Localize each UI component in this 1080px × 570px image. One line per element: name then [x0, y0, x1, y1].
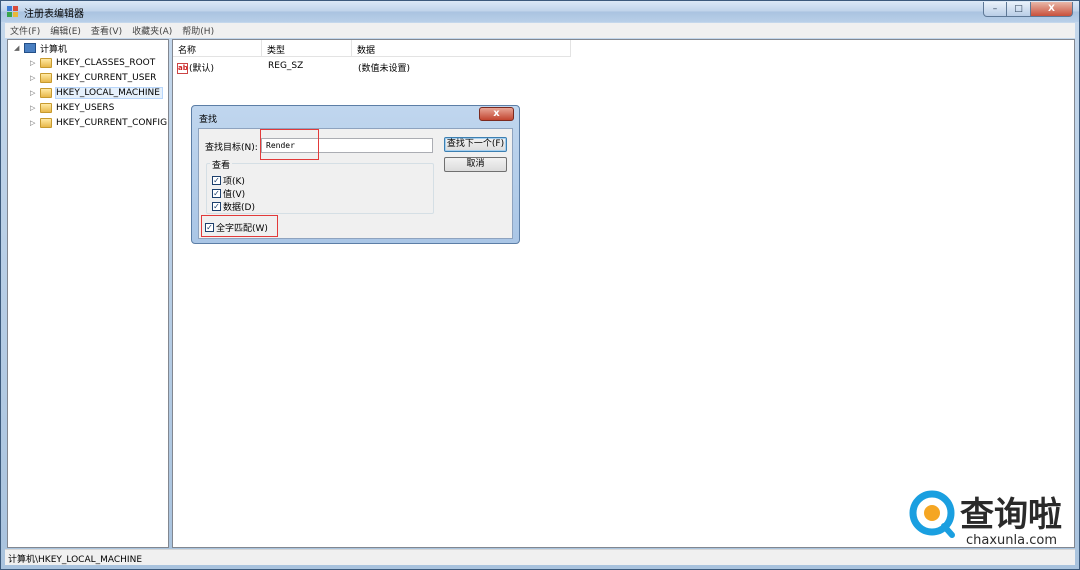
- checkbox-checked-icon[interactable]: ✓: [212, 176, 221, 185]
- highlight-box-match-whole: [201, 215, 278, 237]
- column-header-name[interactable]: 名称: [173, 40, 262, 56]
- value-type-cell: REG_SZ: [268, 61, 304, 71]
- close-button[interactable]: X: [1031, 2, 1073, 17]
- expanded-arrow-icon[interactable]: ◢: [14, 44, 22, 52]
- highlight-box-input: [260, 129, 319, 160]
- collapsed-arrow-icon[interactable]: ▷: [30, 74, 38, 82]
- tree-item-hkey-current-user[interactable]: ▷ HKEY_CURRENT_USER: [30, 71, 156, 85]
- value-name: (默认): [189, 64, 215, 74]
- tree-item-hkey-classes-root[interactable]: ▷ HKEY_CLASSES_ROOT: [30, 56, 155, 70]
- tree-item-label-selected: HKEY_LOCAL_MACHINE: [55, 87, 163, 99]
- minimize-icon: –: [992, 4, 998, 14]
- caption-buttons: – □ X: [983, 2, 1073, 17]
- watermark-url: chaxunla.com: [966, 533, 1057, 548]
- close-icon: X: [1048, 4, 1055, 14]
- menu-edit[interactable]: 编辑(E): [45, 24, 86, 37]
- option-keys[interactable]: ✓ 项(K): [212, 174, 245, 187]
- checkbox-checked-icon[interactable]: ✓: [212, 202, 221, 211]
- option-keys-label: 项(K): [223, 177, 245, 187]
- option-data[interactable]: ✓ 数据(D): [212, 200, 255, 213]
- column-header-label: 数据: [357, 46, 376, 56]
- tree-item-label: HKEY_CURRENT_USER: [56, 73, 157, 83]
- watermark-brand: 查询啦: [960, 495, 1062, 535]
- cancel-button[interactable]: 取消: [444, 157, 507, 172]
- key-tree-pane[interactable]: ◢ 计算机 ▷ HKEY_CLASSES_ROOT ▷ HKEY_CURRENT…: [7, 39, 169, 548]
- look-at-legend: 查看: [210, 158, 233, 171]
- menu-file[interactable]: 文件(F): [5, 24, 45, 37]
- collapsed-arrow-icon[interactable]: ▷: [30, 104, 38, 112]
- maximize-button[interactable]: □: [1007, 2, 1031, 17]
- status-bar: 计算机\HKEY_LOCAL_MACHINE: [5, 549, 1075, 565]
- tree-item-hkey-users[interactable]: ▷ HKEY_USERS: [30, 101, 114, 115]
- find-dialog: 查找 x 查找目标(N): 查找下一个(F) 取消 查看 ✓ 项(K) ✓ 值(…: [191, 105, 520, 244]
- value-data-cell: (数值未设置): [358, 64, 411, 74]
- tree-root-label: 计算机: [40, 44, 68, 55]
- tree-item-label: HKEY_USERS: [56, 103, 115, 113]
- registry-editor-window: 注册表编辑器 – □ X 文件(F) 编辑(E) 查看(V) 收藏夹(A) 帮助…: [0, 0, 1080, 570]
- tree-item-label: HKEY_CLASSES_ROOT: [56, 58, 156, 68]
- tree-item-hkey-current-config[interactable]: ▷ HKEY_CURRENT_CONFIG: [30, 116, 167, 130]
- menu-view[interactable]: 查看(V): [86, 24, 127, 37]
- column-header-label: 类型: [267, 46, 286, 56]
- folder-icon: [40, 88, 52, 98]
- column-header-type[interactable]: 类型: [262, 40, 352, 56]
- maximize-icon: □: [1014, 4, 1023, 14]
- collapsed-arrow-icon[interactable]: ▷: [30, 89, 38, 97]
- column-header-data[interactable]: 数据: [352, 40, 571, 56]
- menu-help[interactable]: 帮助(H): [177, 24, 219, 37]
- folder-icon: [40, 58, 52, 68]
- folder-icon: [40, 73, 52, 83]
- collapsed-arrow-icon[interactable]: ▷: [30, 119, 38, 127]
- window-title: 注册表编辑器: [24, 9, 84, 20]
- option-data-label: 数据(D): [223, 203, 255, 213]
- computer-icon: [24, 43, 36, 53]
- dialog-close-button[interactable]: x: [479, 107, 514, 121]
- collapsed-arrow-icon[interactable]: ▷: [30, 59, 38, 67]
- folder-icon: [40, 118, 52, 128]
- menu-favorites[interactable]: 收藏夹(A): [127, 24, 177, 37]
- tree-item-hkey-local-machine[interactable]: ▷ HKEY_LOCAL_MACHINE: [30, 86, 163, 100]
- watermark-logo: 查询啦 chaxunla.com: [909, 490, 1062, 548]
- tree-root-computer[interactable]: ◢ 计算机: [14, 41, 67, 55]
- minimize-button[interactable]: –: [983, 2, 1007, 17]
- find-next-button[interactable]: 查找下一个(F): [444, 137, 507, 152]
- checkbox-checked-icon[interactable]: ✓: [212, 189, 221, 198]
- regedit-app-icon: [7, 6, 18, 17]
- tree-item-label: HKEY_CURRENT_CONFIG: [56, 118, 168, 128]
- title-bar[interactable]: 注册表编辑器 – □ X: [1, 1, 1079, 22]
- status-path: 计算机\HKEY_LOCAL_MACHINE: [8, 555, 143, 565]
- option-values[interactable]: ✓ 值(V): [212, 187, 245, 200]
- column-header-label: 名称: [178, 46, 197, 56]
- option-values-label: 值(V): [223, 190, 246, 200]
- folder-icon: [40, 103, 52, 113]
- string-value-icon: ab: [177, 63, 188, 74]
- menu-bar: 文件(F) 编辑(E) 查看(V) 收藏夹(A) 帮助(H): [5, 23, 1075, 38]
- close-icon: x: [493, 108, 500, 119]
- value-name-cell: ab(默认): [177, 61, 214, 74]
- find-dialog-body: 查找目标(N): 查找下一个(F) 取消 查看 ✓ 项(K) ✓ 值(V) ✓ …: [198, 128, 513, 239]
- find-dialog-title: 查找: [199, 115, 218, 125]
- find-what-label: 查找目标(N):: [205, 143, 258, 153]
- header-divider: [173, 56, 571, 57]
